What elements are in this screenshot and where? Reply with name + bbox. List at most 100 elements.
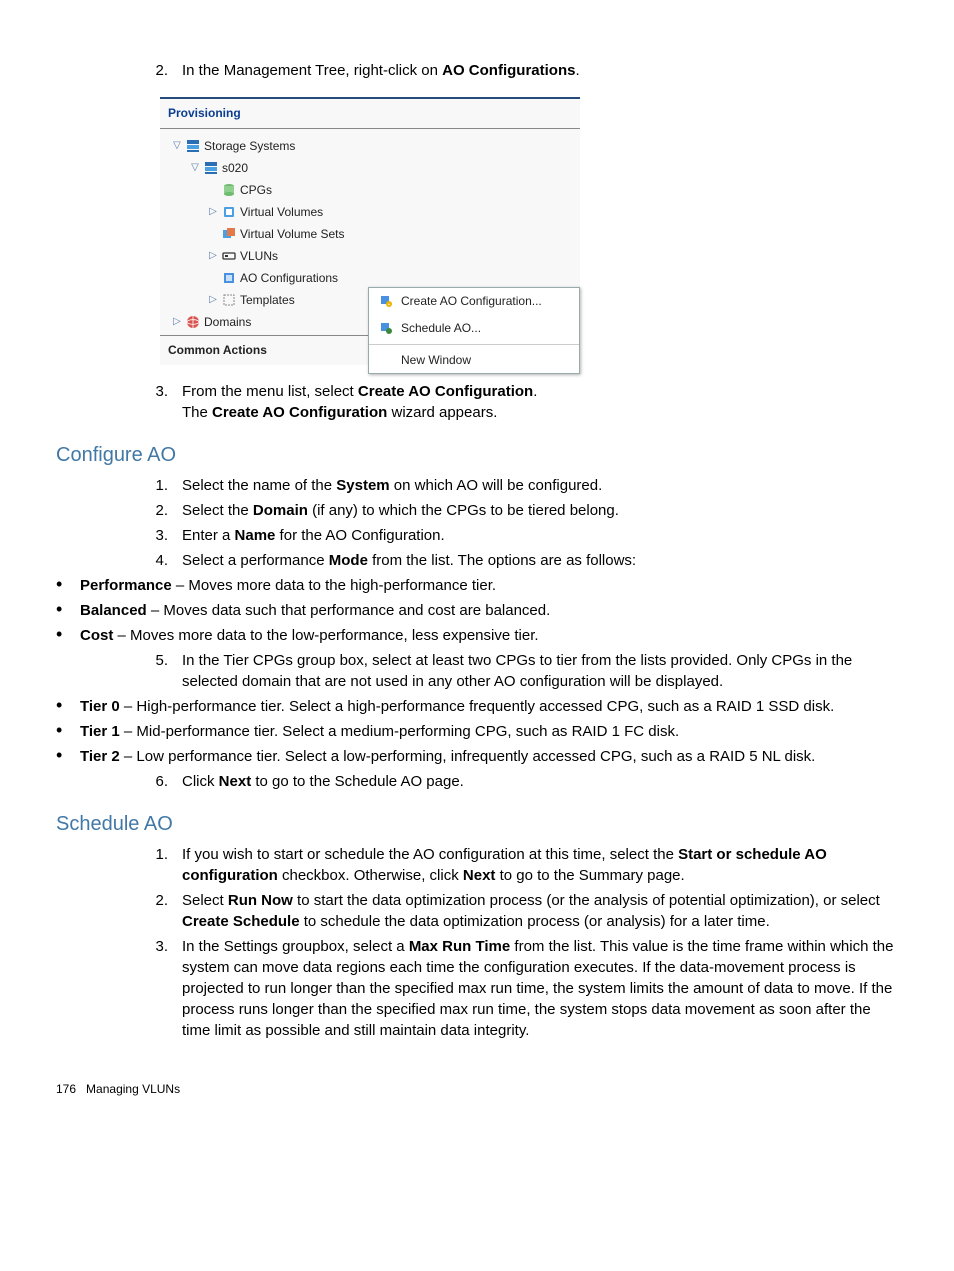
spacer-icon [379, 353, 393, 367]
text: The [182, 404, 212, 421]
schedule-icon [379, 321, 393, 335]
bold-text: Max Run Time [409, 938, 510, 955]
tree-label: Domains [204, 312, 251, 332]
schedule-step-1: 1. If you wish to start or schedule the … [120, 844, 898, 886]
step-number: 2. [120, 60, 182, 81]
tree-ao-configurations[interactable]: AO Configurations [164, 267, 576, 289]
step-body: Enter a Name for the AO Configuration. [182, 525, 898, 546]
bullet-body: Tier 2 – Low performance tier. Select a … [80, 746, 898, 767]
step-number: 2. [120, 890, 182, 932]
bold-text: System [336, 477, 389, 494]
disclosure-open-icon[interactable]: ▽ [172, 136, 182, 156]
volume-icon [222, 205, 236, 219]
tree-cpgs[interactable]: CPGs [164, 179, 576, 201]
tree-virtual-volumes[interactable]: ▷ Virtual Volumes [164, 201, 576, 223]
configure-step-2: 2.Select the Domain (if any) to which th… [120, 500, 898, 521]
step-number: 1. [120, 475, 182, 496]
step-number: 6. [120, 771, 182, 792]
tree-virtual-volume-sets[interactable]: Virtual Volume Sets [164, 223, 576, 245]
bold-text: Next [463, 867, 496, 884]
bullet-icon: • [56, 696, 80, 717]
disclosure-closed-icon[interactable]: ▷ [172, 312, 182, 332]
tier-bullet: •Tier 2 – Low performance tier. Select a… [56, 746, 898, 767]
context-menu: + Create AO Configuration... Schedule AO… [368, 287, 580, 374]
text: If you wish to start or schedule the AO … [182, 846, 678, 863]
bold-text: Create AO Configuration [358, 383, 533, 400]
text: In the Management Tree, right-click on [182, 62, 442, 79]
bold-text: Create Schedule [182, 913, 300, 930]
text: checkbox. Otherwise, click [278, 867, 463, 884]
schedule-step-2: 2. Select Run Now to start the data opti… [120, 890, 898, 932]
step-body: Click Next to go to the Schedule AO page… [182, 771, 898, 792]
bullet-body: Cost – Moves more data to the low-perfor… [80, 625, 898, 646]
bold-text: Domain [253, 502, 308, 519]
menu-separator [369, 344, 579, 345]
mode-bullet: •Balanced – Moves data such that perform… [56, 600, 898, 621]
bold-text: Performance [80, 577, 172, 594]
text: from the list. The options are as follow… [368, 552, 636, 569]
volume-set-icon [222, 227, 236, 241]
tree-label: Templates [240, 290, 295, 310]
text: to start the data optimization process (… [293, 892, 880, 909]
text: . [575, 62, 579, 79]
configure-step-3: 3.Enter a Name for the AO Configuration. [120, 525, 898, 546]
step-body: If you wish to start or schedule the AO … [182, 844, 898, 886]
step-body: Select the name of the System on which A… [182, 475, 898, 496]
step-number: 4. [120, 550, 182, 571]
tree-label: CPGs [240, 180, 272, 200]
menu-label: Schedule AO... [401, 320, 481, 337]
tree-label: Storage Systems [204, 136, 295, 156]
panel-title: Provisioning [160, 99, 580, 129]
step-number: 1. [120, 844, 182, 886]
tree-storage-systems[interactable]: ▽ Storage Systems [164, 135, 576, 157]
stack-icon [186, 139, 200, 153]
mode-bullet: •Performance – Moves more data to the hi… [56, 575, 898, 596]
tree-label: VLUNs [240, 246, 278, 266]
text: . [533, 383, 537, 400]
tree-label: AO Configurations [240, 268, 338, 288]
text: to go to the Schedule AO page. [251, 773, 464, 790]
bullet-icon: • [56, 746, 80, 767]
bullet-icon: • [56, 600, 80, 621]
disclosure-closed-icon[interactable]: ▷ [208, 290, 218, 310]
tree-vluns[interactable]: ▷ VLUNs [164, 245, 576, 267]
disclosure-open-icon[interactable]: ▽ [190, 158, 200, 178]
bullet-body: Tier 0 – High-performance tier. Select a… [80, 696, 898, 717]
bullet-body: Balanced – Moves data such that performa… [80, 600, 898, 621]
bullet-icon: • [56, 721, 80, 742]
bullet-body: Performance – Moves more data to the hig… [80, 575, 898, 596]
template-icon [222, 293, 236, 307]
tier-bullet: •Tier 1 – Mid-performance tier. Select a… [56, 721, 898, 742]
tree-label: s020 [222, 158, 248, 178]
step-number: 3. [120, 381, 182, 423]
step-3: 3. From the menu list, select Create AO … [120, 381, 898, 423]
configure-step-5: 5. In the Tier CPGs group box, select at… [120, 650, 898, 692]
text: From the menu list, select [182, 383, 358, 400]
stack-icon [204, 161, 218, 175]
bold-text: Create AO Configuration [212, 404, 387, 421]
step-body: Select the Domain (if any) to which the … [182, 500, 898, 521]
tree-s020[interactable]: ▽ s020 [164, 157, 576, 179]
step-body: Select Run Now to start the data optimiz… [182, 890, 898, 932]
globe-icon [186, 315, 200, 329]
text: wizard appears. [387, 404, 497, 421]
text: In the Settings groupbox, select a [182, 938, 409, 955]
bullet-body: Tier 1 – Mid-performance tier. Select a … [80, 721, 898, 742]
bold-text: Run Now [228, 892, 293, 909]
tree-label: Virtual Volumes [240, 202, 323, 222]
step-body: In the Tier CPGs group box, select at le… [182, 650, 898, 692]
vlun-icon [222, 249, 236, 263]
menu-create-ao[interactable]: + Create AO Configuration... [369, 288, 579, 315]
tier-bullet: •Tier 0 – High-performance tier. Select … [56, 696, 898, 717]
bullet-icon: • [56, 575, 80, 596]
menu-new-window[interactable]: New Window [369, 347, 579, 374]
heading-configure-ao: Configure AO [56, 441, 898, 469]
provisioning-screenshot: Provisioning ▽ Storage Systems ▽ s020 CP… [160, 97, 580, 365]
disclosure-closed-icon[interactable]: ▷ [208, 246, 218, 266]
step-2: 2. In the Management Tree, right-click o… [120, 60, 898, 81]
text: Select [182, 892, 228, 909]
step-number: 3. [120, 525, 182, 546]
menu-label: Create AO Configuration... [401, 293, 542, 310]
menu-schedule-ao[interactable]: Schedule AO... [369, 315, 579, 342]
disclosure-closed-icon[interactable]: ▷ [208, 202, 218, 222]
